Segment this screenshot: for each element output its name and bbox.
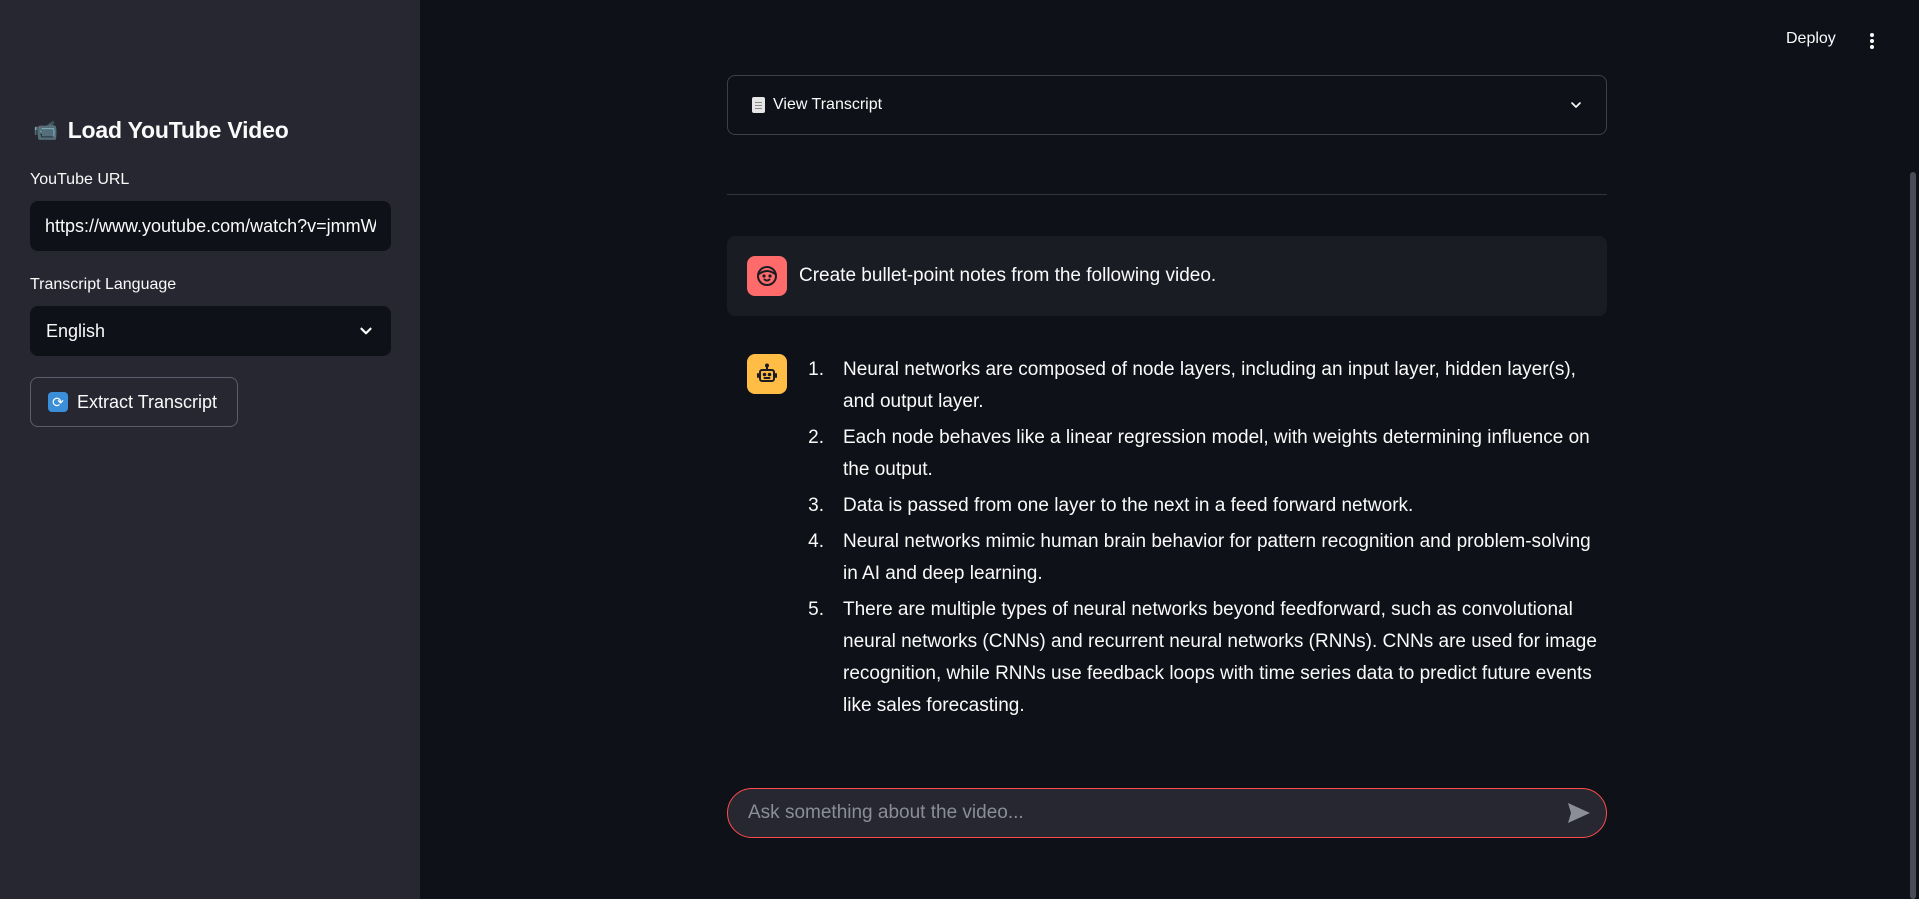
list-item: 4. Neural networks mimic human brain beh… [799, 526, 1607, 590]
chat-input-container [727, 788, 1607, 838]
main-menu-button[interactable] [1862, 30, 1882, 52]
list-item: 3. Data is passed from one layer to the … [799, 490, 1607, 522]
list-item-text: Data is passed from one layer to the nex… [843, 495, 1414, 516]
expander-label: View Transcript [773, 96, 883, 113]
assistant-avatar [747, 354, 787, 394]
list-item-number: 4. [808, 531, 824, 552]
list-item-text: Neural networks mimic human brain behavi… [843, 531, 1591, 584]
list-item-text: Neural networks are composed of node lay… [843, 359, 1576, 412]
list-item-text: Each node behaves like a linear regressi… [843, 427, 1590, 480]
user-chat-message: Create bullet-point notes from the follo… [727, 236, 1607, 316]
sidebar-title: 📹 Load YouTube Video [33, 117, 289, 144]
kebab-dot [1870, 33, 1874, 37]
user-face-icon [757, 266, 777, 286]
list-item: 1. Neural networks are composed of node … [799, 354, 1607, 418]
user-message-text: Create bullet-point notes from the follo… [799, 265, 1217, 286]
user-avatar [747, 256, 787, 296]
list-item-number: 3. [808, 495, 824, 516]
youtube-url-input[interactable] [30, 201, 391, 251]
assistant-chat-message: 1. Neural networks are composed of node … [747, 354, 1607, 726]
extract-transcript-label: Extract Transcript [77, 391, 218, 412]
view-transcript-expander[interactable]: View Transcript [727, 75, 1607, 135]
deploy-button[interactable]: Deploy [1786, 30, 1836, 48]
list-item: 2. Each node behaves like a linear regre… [799, 422, 1607, 486]
app-root: 📹 Load YouTube Video YouTube URL Transcr… [0, 0, 1919, 899]
scrollbar[interactable] [1910, 172, 1916, 899]
sidebar: 📹 Load YouTube Video YouTube URL Transcr… [0, 0, 420, 899]
send-button[interactable] [1566, 800, 1592, 826]
chat-input[interactable] [748, 802, 1566, 824]
transcript-language-select[interactable]: English [30, 306, 391, 356]
chevron-down-icon [1571, 102, 1581, 108]
kebab-dot [1870, 45, 1874, 49]
kebab-dot [1870, 39, 1874, 43]
transcript-language-value: English [46, 320, 106, 341]
send-icon [1568, 803, 1590, 823]
youtube-url-label: YouTube URL [30, 171, 130, 188]
extract-transcript-button[interactable]: ⟳ Extract Transcript [30, 377, 238, 427]
assistant-notes-list: 1. Neural networks are composed of node … [799, 354, 1607, 726]
chevron-down-icon [360, 327, 372, 335]
video-camera-icon: 📹 [33, 119, 58, 142]
divider [727, 194, 1607, 195]
transcript-language-label: Transcript Language [30, 276, 177, 293]
robot-icon [757, 363, 777, 382]
list-item-text: There are multiple types of neural netwo… [843, 599, 1597, 716]
list-item-number: 2. [808, 427, 824, 448]
document-icon [752, 97, 765, 113]
sidebar-title-text: Load YouTube Video [67, 117, 289, 143]
list-item: 5. There are multiple types of neural ne… [799, 594, 1607, 722]
refresh-icon: ⟳ [48, 392, 68, 412]
list-item-number: 1. [808, 359, 824, 380]
list-item-number: 5. [808, 599, 824, 620]
